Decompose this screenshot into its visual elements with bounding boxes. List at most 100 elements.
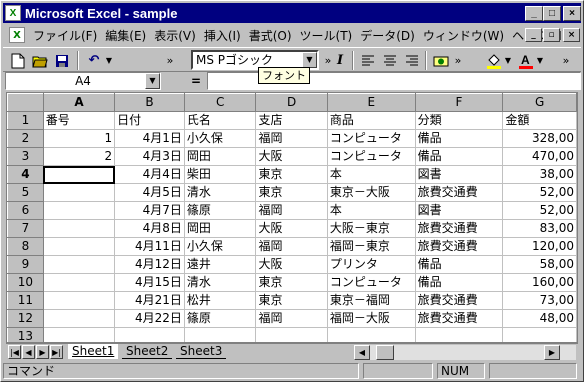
cell-a8[interactable]	[43, 237, 116, 256]
select-all-corner[interactable]	[7, 93, 44, 112]
edit-formula-button[interactable]: =	[185, 72, 207, 90]
more-buttons-icon-3[interactable]: »	[451, 50, 465, 71]
cell-g8[interactable]: 120,00	[502, 237, 577, 256]
column-header[interactable]: C	[183, 93, 257, 112]
cell-e8[interactable]: 福岡－東京	[327, 237, 416, 256]
cell-a4[interactable]	[43, 165, 116, 184]
prev-sheet-icon[interactable]: ◀	[22, 345, 35, 359]
sheet-tab-sheet1[interactable]: Sheet1	[68, 344, 119, 359]
scroll-right-icon[interactable]: ▶	[544, 345, 560, 360]
doc-minimize-button[interactable]: _	[525, 28, 542, 42]
new-file-icon[interactable]	[7, 50, 29, 71]
cell-b11[interactable]: 4月21日	[114, 291, 185, 310]
menu-window[interactable]: ウィンドウ(W)	[419, 27, 508, 44]
align-center-icon[interactable]	[379, 50, 401, 71]
cell-d7[interactable]: 大阪	[255, 219, 328, 238]
cell-c13[interactable]	[184, 327, 257, 342]
fill-color-dropdown-icon[interactable]: ▼	[503, 50, 513, 71]
menu-tools[interactable]: ツール(T)	[296, 27, 357, 44]
cell-b2[interactable]: 4月1日	[114, 129, 185, 148]
row-header[interactable]: 6	[7, 201, 44, 220]
cell-g6[interactable]: 52,00	[502, 201, 577, 220]
align-left-icon[interactable]	[357, 50, 379, 71]
cell-c12[interactable]: 篠原	[184, 309, 257, 328]
cell-c1[interactable]: 氏名	[184, 111, 257, 130]
doc-restore-button[interactable]: ▫	[543, 28, 560, 42]
cell-d5[interactable]: 東京	[255, 183, 328, 202]
font-color-icon[interactable]: A	[515, 50, 537, 71]
cell-b1[interactable]: 日付	[114, 111, 185, 130]
cell-c8[interactable]: 小久保	[184, 237, 257, 256]
cell-a11[interactable]	[43, 291, 116, 310]
cell-g9[interactable]: 58,00	[502, 255, 577, 274]
cell-c3[interactable]: 岡田	[184, 147, 257, 166]
cell-a13[interactable]	[43, 327, 116, 342]
cell-c6[interactable]: 篠原	[184, 201, 257, 220]
column-header[interactable]: D	[255, 93, 328, 112]
cell-d6[interactable]: 福岡	[255, 201, 328, 220]
currency-format-icon[interactable]	[430, 50, 452, 71]
cell-f1[interactable]: 分類	[415, 111, 504, 130]
doc-close-button[interactable]: ×	[563, 28, 580, 42]
sheet-tab-sheet2[interactable]: Sheet2	[122, 344, 173, 359]
cell-e3[interactable]: コンピュータ	[327, 147, 416, 166]
row-header[interactable]: 1	[7, 111, 44, 130]
cell-b13[interactable]	[114, 327, 185, 342]
cell-a2[interactable]: 1	[43, 129, 116, 148]
cell-e9[interactable]: プリンタ	[327, 255, 416, 274]
cell-e6[interactable]: 本	[327, 201, 416, 220]
cell-a1[interactable]: 番号	[43, 111, 116, 130]
cell-a6[interactable]	[43, 201, 116, 220]
row-header[interactable]: 11	[7, 291, 44, 310]
row-header[interactable]: 10	[7, 273, 44, 292]
row-header[interactable]: 2	[7, 129, 44, 148]
cell-b8[interactable]: 4月11日	[114, 237, 185, 256]
font-dropdown-icon[interactable]: ▼	[302, 52, 317, 68]
cell-g4[interactable]: 38,00	[502, 165, 577, 184]
cell-e11[interactable]: 東京－福岡	[327, 291, 416, 310]
cell-g5[interactable]: 52,00	[502, 183, 577, 202]
menu-file[interactable]: ファイル(F)	[29, 27, 101, 44]
column-header[interactable]: B	[114, 93, 185, 112]
cell-a9[interactable]	[43, 255, 116, 274]
cell-g10[interactable]: 160,00	[502, 273, 577, 292]
cell-b5[interactable]: 4月5日	[114, 183, 185, 202]
cell-g13[interactable]	[502, 327, 577, 342]
cell-e7[interactable]: 大阪－東京	[327, 219, 416, 238]
cell-b10[interactable]: 4月15日	[114, 273, 185, 292]
last-sheet-icon[interactable]: ▶|	[50, 345, 63, 359]
cell-c9[interactable]: 遠井	[184, 255, 257, 274]
excel-app-icon[interactable]: X	[5, 5, 21, 21]
more-buttons-icon[interactable]: »	[163, 50, 177, 71]
cell-f9[interactable]: 備品	[415, 255, 504, 274]
row-header[interactable]: 12	[7, 309, 44, 328]
cell-f11[interactable]: 旅費交通費	[415, 291, 504, 310]
name-box-dropdown-icon[interactable]: ▼	[145, 73, 160, 89]
workbook-icon[interactable]: X	[9, 27, 25, 43]
column-header[interactable]: F	[414, 93, 504, 112]
cell-b12[interactable]: 4月22日	[114, 309, 185, 328]
minimize-button[interactable]: _	[525, 6, 543, 21]
row-header[interactable]: 9	[7, 255, 44, 274]
cell-e5[interactable]: 東京－大阪	[327, 183, 416, 202]
cell-g12[interactable]: 48,00	[502, 309, 577, 328]
cell-e10[interactable]: コンピュータ	[327, 273, 416, 292]
cell-d2[interactable]: 福岡	[255, 129, 328, 148]
cell-d10[interactable]: 東京	[255, 273, 328, 292]
cell-e2[interactable]: コンピュータ	[327, 129, 416, 148]
italic-icon[interactable]: I	[329, 50, 351, 71]
cell-f4[interactable]: 図書	[415, 165, 504, 184]
sheet-tab-sheet3[interactable]: Sheet3	[176, 344, 227, 359]
cell-f7[interactable]: 旅費交通費	[415, 219, 504, 238]
close-button[interactable]: ×	[563, 6, 581, 21]
cell-a5[interactable]	[43, 183, 116, 202]
cell-f8[interactable]: 旅費交通費	[415, 237, 504, 256]
next-sheet-icon[interactable]: ▶	[36, 345, 49, 359]
more-buttons-icon-4[interactable]: »	[559, 50, 573, 71]
cell-f13[interactable]	[415, 327, 504, 342]
open-folder-icon[interactable]	[29, 50, 51, 71]
font-color-dropdown-icon[interactable]: ▼	[535, 50, 545, 71]
cell-d3[interactable]: 大阪	[255, 147, 328, 166]
horizontal-scrollbar[interactable]: ◀ ▶	[354, 345, 576, 360]
maximize-button[interactable]: □	[543, 6, 561, 21]
